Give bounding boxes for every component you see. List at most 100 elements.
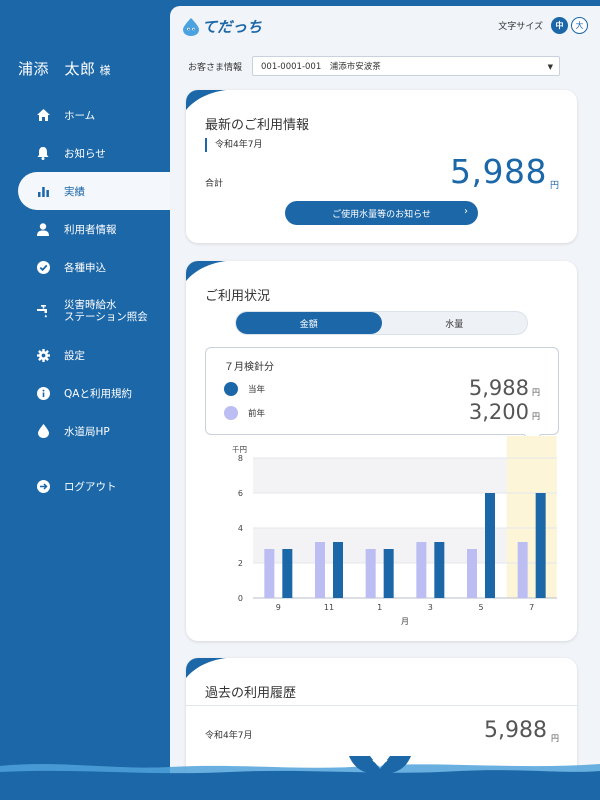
- tab-amount[interactable]: 金額: [236, 312, 382, 334]
- bar-current: [333, 542, 343, 598]
- bar-current: [434, 542, 445, 598]
- nav-item-settings[interactable]: 設定: [0, 336, 170, 374]
- nav-item-qa[interactable]: QAと利用規約: [0, 374, 170, 412]
- x-tick-label: 5: [478, 603, 483, 612]
- customer-info: お客さま情報 001-0001-001 浦添市安波茶 ▼: [188, 56, 561, 76]
- legend-dot-current: [224, 382, 238, 396]
- y-tick-label: 8: [238, 454, 243, 463]
- bell-icon: [36, 146, 50, 160]
- bar-previous: [517, 542, 528, 598]
- nav-label-settings: 設定: [64, 349, 85, 362]
- bar-current: [485, 493, 495, 598]
- side-nav: ホーム お知らせ 実績 利用者情報 各種申込 災害時給水 ステーション照会 設定: [0, 96, 170, 505]
- tooltip-current-value: 5,988 円: [469, 376, 540, 400]
- history-unit: 円: [551, 734, 559, 743]
- mascot-drop-icon: [183, 17, 199, 36]
- history-period: 令和4年7月: [205, 731, 253, 741]
- tooltip-unit: 円: [532, 388, 540, 397]
- bottom-wave-decoration: [0, 756, 600, 800]
- nav-item-waterworks-hp[interactable]: 水道局HP: [0, 412, 170, 450]
- nav-item-results[interactable]: 実績: [18, 172, 170, 210]
- usage-status-card: ご利用状況 金額 水量 ７月検針分 当年 5,988 円 前年 3,200 円 02…: [186, 261, 577, 641]
- x-tick-label: 9: [276, 603, 281, 612]
- chevron-right-icon: ›: [464, 206, 468, 217]
- usage-history-title: 過去の利用履歴: [205, 686, 297, 701]
- y-tick-label: 6: [238, 489, 243, 498]
- nav-label-news: お知らせ: [64, 147, 106, 160]
- x-axis-label: 月: [401, 617, 409, 626]
- font-size-control: 文字サイズ 中 大: [498, 17, 588, 34]
- tooltip-title: ７月検針分: [224, 362, 274, 373]
- logo-text: てだっち: [202, 18, 263, 36]
- info-icon: [36, 386, 50, 400]
- nav-label-logout: ログアウト: [64, 480, 117, 493]
- tooltip-row-previous: 前年: [224, 406, 265, 420]
- latest-usage-title: 最新のご利用情報: [205, 118, 310, 133]
- app-logo[interactable]: てだっち: [182, 16, 262, 37]
- x-tick-label: 7: [529, 603, 534, 612]
- bar-previous: [264, 549, 275, 598]
- bar-chart-icon: [36, 184, 50, 198]
- y-axis-label: 千円: [232, 444, 247, 454]
- y-tick-label: 2: [238, 559, 243, 568]
- nav-item-news[interactable]: お知らせ: [0, 134, 170, 172]
- font-size-label: 文字サイズ: [498, 22, 543, 32]
- legend-dot-previous: [224, 406, 238, 420]
- home-icon: [36, 108, 50, 122]
- history-amount: 5,988: [484, 718, 547, 743]
- card-corner-accent: [186, 261, 226, 281]
- tab-volume[interactable]: 水量: [382, 312, 528, 334]
- nav-item-logout[interactable]: ログアウト: [0, 467, 170, 505]
- customer-label: お客さま情報: [188, 62, 243, 73]
- bar-previous: [416, 542, 427, 598]
- customer-select[interactable]: 001-0001-001 浦添市安波茶 ▼: [252, 56, 561, 76]
- water-drop-icon: [36, 424, 50, 438]
- tooltip-row-current: 当年: [224, 382, 265, 396]
- x-tick-label: 1: [377, 603, 382, 612]
- bar-previous: [467, 549, 477, 598]
- nav-label-applications: 各種申込: [64, 261, 106, 274]
- amount-volume-toggle: 金額 水量: [235, 311, 528, 335]
- logout-icon: [36, 479, 50, 493]
- tooltip-previous-value: 3,200 円: [469, 400, 540, 424]
- x-tick-label: 11: [324, 603, 334, 612]
- customer-selected-value: 001-0001-001 浦添市安波茶: [261, 62, 381, 72]
- user-honorific: 様: [99, 64, 112, 77]
- nav-label-qa: QAと利用規約: [64, 387, 132, 400]
- x-tick-label: 3: [428, 603, 433, 612]
- person-icon: [36, 222, 50, 236]
- total-unit: 円: [549, 181, 559, 191]
- usage-notice-button[interactable]: ご使用水量等のお知らせ ›: [285, 201, 478, 225]
- tooltip-current-label: 当年: [248, 385, 266, 395]
- card-corner-accent: [186, 658, 226, 678]
- nav-item-water-station[interactable]: 災害時給水 ステーション照会: [0, 286, 170, 336]
- nav-item-user-info[interactable]: 利用者情報: [0, 210, 170, 248]
- nav-label-water-station: 災害時給水 ステーション照会: [64, 299, 148, 323]
- nav-label-user-info: 利用者情報: [64, 223, 117, 236]
- font-size-large-button[interactable]: 大: [571, 17, 588, 34]
- usage-status-title: ご利用状況: [205, 289, 271, 304]
- tooltip-unit: 円: [532, 412, 540, 421]
- usage-bar-chart: 02468千円9 11 1 3 5 7月: [232, 436, 557, 626]
- latest-period: 令和4年7月: [205, 138, 262, 152]
- bar-previous: [315, 542, 325, 598]
- tooltip-previous-label: 前年: [248, 409, 266, 419]
- card-corner-accent: [186, 90, 226, 110]
- user-name-text: 浦添 太郎: [18, 60, 96, 78]
- usage-notice-label: ご使用水量等のお知らせ: [332, 209, 431, 220]
- font-size-medium-button[interactable]: 中: [551, 17, 568, 34]
- caret-down-icon: ▼: [547, 63, 554, 71]
- gear-icon: [36, 348, 50, 362]
- main-panel: てだっち 文字サイズ 中 大 お客さま情報 001-0001-001 浦添市安波…: [170, 6, 600, 800]
- nav-item-home[interactable]: ホーム: [0, 96, 170, 134]
- bar-current: [535, 493, 546, 598]
- tooltip-current-amount: 5,988: [468, 376, 529, 400]
- divider: [186, 705, 577, 706]
- nav-item-applications[interactable]: 各種申込: [0, 248, 170, 286]
- bar-current: [282, 549, 293, 598]
- nav-label-results: 実績: [64, 185, 85, 198]
- tooltip-previous-amount: 3,200: [468, 400, 529, 424]
- sidebar: 浦添 太郎様 ホーム お知らせ 実績 利用者情報 各種申込 災害時給水 ステーシ…: [0, 0, 170, 800]
- highlight-column: [506, 436, 557, 598]
- total-label: 合計: [205, 179, 224, 189]
